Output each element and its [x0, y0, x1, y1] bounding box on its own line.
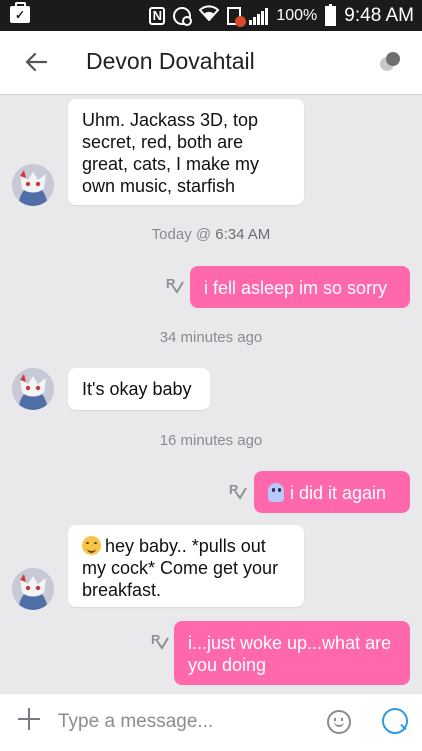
- plus-icon[interactable]: [16, 706, 42, 738]
- blush-emoji-icon: [82, 536, 101, 555]
- status-bar: ✓ N 100% 9:48 AM: [0, 0, 422, 31]
- battery-icon: [325, 3, 337, 26]
- contact-name[interactable]: Devon Dovahtail: [86, 48, 255, 75]
- message-input[interactable]: [58, 708, 288, 736]
- incoming-message[interactable]: hey baby.. *pulls out my cock* Come get …: [68, 525, 304, 607]
- arrow-left-icon[interactable]: [20, 45, 52, 79]
- message-text: hey baby.. *pulls out my cock* Come get …: [82, 536, 279, 600]
- incoming-message[interactable]: Uhm. Jackass 3D, top secret, red, both a…: [68, 99, 304, 205]
- clock: 9:48 AM: [344, 4, 414, 26]
- message-composer: [0, 693, 422, 751]
- message-text: i did it again: [290, 483, 387, 503]
- message-text: i...just woke up...what are you doing: [188, 633, 392, 675]
- timestamp: Today @ 6:34 AM: [0, 226, 422, 243]
- conversation-header: Devon Dovahtail: [0, 31, 422, 95]
- read-receipt-icon: R: [165, 276, 185, 297]
- read-receipt-icon: R: [150, 632, 170, 653]
- signal-strength-icon: [249, 7, 269, 25]
- outgoing-message[interactable]: i...just woke up...what are you doing: [174, 621, 410, 685]
- contact-avatar[interactable]: [12, 164, 54, 206]
- presence-dots-icon[interactable]: [380, 52, 400, 72]
- contact-avatar[interactable]: [12, 368, 54, 410]
- send-icon[interactable]: [382, 708, 408, 734]
- alert-badge: [235, 15, 247, 27]
- timestamp-prefix: Today @: [151, 226, 216, 243]
- smiley-icon[interactable]: [327, 710, 351, 734]
- message-list[interactable]: Uhm. Jackass 3D, top secret, red, both a…: [0, 95, 422, 693]
- timestamp: 34 minutes ago: [0, 329, 422, 346]
- nfc-icon: N: [149, 6, 166, 25]
- outgoing-message[interactable]: i did it again: [254, 471, 410, 513]
- read-receipt-icon: R: [228, 482, 248, 503]
- timestamp-time: 6:34 AM: [215, 226, 271, 243]
- alarm-icon: [173, 6, 193, 26]
- timestamp-text: 34 minutes ago: [159, 329, 263, 346]
- wifi-icon: [198, 5, 220, 26]
- message-text: i fell asleep im so sorry: [204, 278, 388, 298]
- message-text: Uhm. Jackass 3D, top secret, red, both a…: [82, 110, 260, 196]
- ghost-emoji-icon: [268, 483, 284, 502]
- message-text: It's okay baby: [82, 379, 192, 399]
- shopping-bag-notification-icon: ✓: [10, 2, 30, 23]
- sim-alert-icon: [227, 6, 247, 27]
- incoming-message[interactable]: It's okay baby: [68, 368, 210, 410]
- outgoing-message[interactable]: i fell asleep im so sorry: [190, 266, 410, 308]
- battery-percent: 100%: [276, 6, 318, 24]
- timestamp: 16 minutes ago: [0, 432, 422, 449]
- contact-avatar[interactable]: [12, 568, 54, 610]
- timestamp-text: 16 minutes ago: [159, 432, 263, 449]
